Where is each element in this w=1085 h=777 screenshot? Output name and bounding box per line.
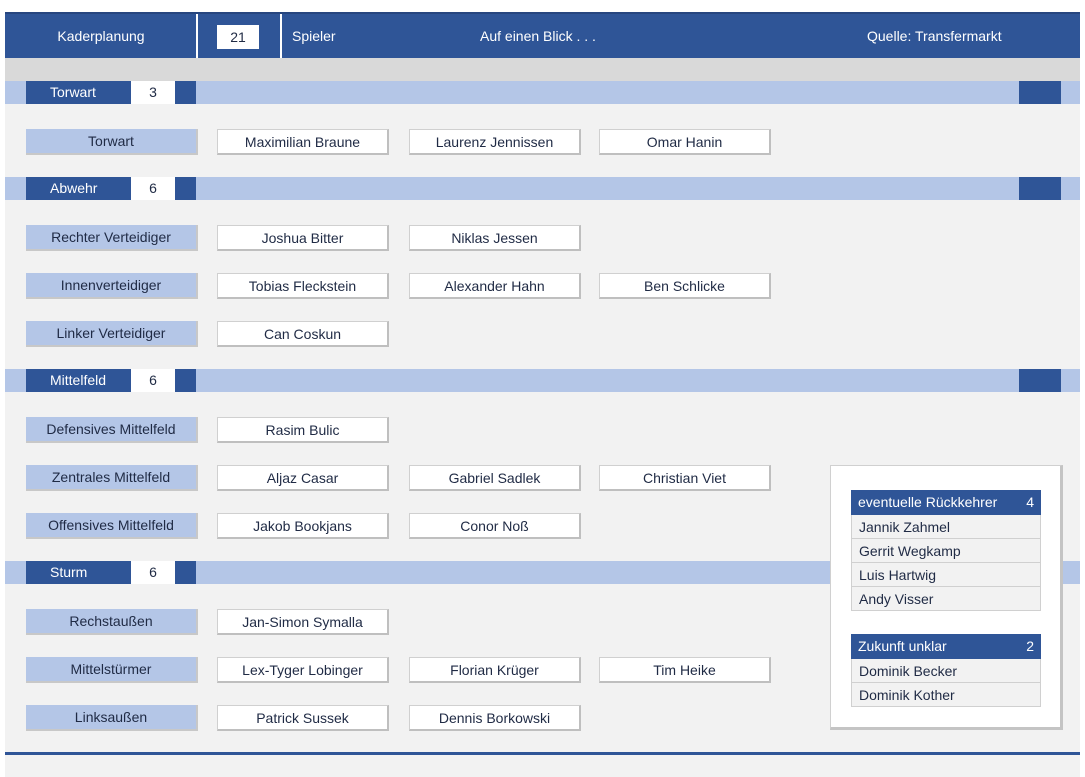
returner-item[interactable]: Jannik Zahmel <box>851 515 1041 539</box>
position-label: Torwart <box>26 129 198 155</box>
unclear-header: Zukunft unklar 2 <box>851 634 1041 659</box>
section-count: 6 <box>131 369 175 392</box>
player-card[interactable]: Omar Hanin <box>599 129 771 155</box>
section-header-defense: Abwehr 6 <box>5 177 1080 200</box>
position-label: Linksaußen <box>26 705 198 731</box>
position-label: Linker Verteidiger <box>26 321 198 347</box>
player-card[interactable]: Florian Krüger <box>409 657 581 683</box>
glance-label: Auf einen Blick . . . <box>480 28 596 44</box>
position-label: Zentrales Mittelfeld <box>26 465 198 491</box>
section-name: Sturm <box>26 561 131 584</box>
header-divider <box>196 14 198 58</box>
squad-content: Torwart 3 Torwart Maximilian Braune Laur… <box>5 58 1080 752</box>
player-card[interactable]: Rasim Bulic <box>217 417 389 443</box>
position-label: Rechter Verteidiger <box>26 225 198 251</box>
player-card[interactable]: Patrick Sussek <box>217 705 389 731</box>
player-card[interactable]: Joshua Bitter <box>217 225 389 251</box>
header-divider <box>280 14 282 58</box>
position-label: Innenverteidiger <box>26 273 198 299</box>
player-card[interactable]: Can Coskun <box>217 321 389 347</box>
grey-band <box>5 58 1080 81</box>
section-count: 6 <box>131 177 175 200</box>
returner-item[interactable]: Gerrit Wegkamp <box>851 539 1041 563</box>
section-cap <box>1019 81 1061 104</box>
section-name: Mittelfeld <box>26 369 131 392</box>
returners-count: 4 <box>1026 494 1034 510</box>
position-label: Rechstaußen <box>26 609 198 635</box>
returners-title: eventuelle Rückkehrer <box>858 494 998 510</box>
section-name: Torwart <box>26 81 131 104</box>
side-panel: eventuelle Rückkehrer 4 Jannik Zahmel Ge… <box>830 465 1063 730</box>
section-cap <box>175 177 196 200</box>
player-card[interactable]: Dennis Borkowski <box>409 705 581 731</box>
bottom-area <box>5 755 1080 777</box>
player-card[interactable]: Ben Schlicke <box>599 273 771 299</box>
unclear-item[interactable]: Dominik Kother <box>851 683 1041 707</box>
player-card[interactable]: Tim Heike <box>599 657 771 683</box>
section-cap <box>175 561 196 584</box>
unclear-title: Zukunft unklar <box>858 638 947 654</box>
unclear-count: 2 <box>1026 638 1034 654</box>
section-count: 6 <box>131 561 175 584</box>
section-header-goalkeeper: Torwart 3 <box>5 81 1080 104</box>
player-card[interactable]: Lex-Tyger Lobinger <box>217 657 389 683</box>
unclear-item[interactable]: Dominik Becker <box>851 659 1041 683</box>
returner-item[interactable]: Andy Visser <box>851 587 1041 611</box>
squad-planning-page: Kaderplanung 21 Spieler Auf einen Blick … <box>5 0 1080 777</box>
player-card[interactable]: Jan-Simon Symalla <box>217 609 389 635</box>
player-card[interactable]: Tobias Fleckstein <box>217 273 389 299</box>
player-card[interactable]: Gabriel Sadlek <box>409 465 581 491</box>
player-count-value: 21 <box>217 25 259 49</box>
header-bar: Kaderplanung 21 Spieler Auf einen Blick … <box>5 12 1080 58</box>
section-header-midfield: Mittelfeld 6 <box>5 369 1080 392</box>
section-cap <box>1019 177 1061 200</box>
source-label: Quelle: Transfermarkt <box>867 28 1002 44</box>
players-label: Spieler <box>292 28 336 44</box>
player-card[interactable]: Niklas Jessen <box>409 225 581 251</box>
returner-item[interactable]: Luis Hartwig <box>851 563 1041 587</box>
player-card[interactable]: Christian Viet <box>599 465 771 491</box>
position-label: Defensives Mittelfeld <box>26 417 198 443</box>
position-label: Mittelstürmer <box>26 657 198 683</box>
returners-header: eventuelle Rückkehrer 4 <box>851 490 1041 515</box>
player-card[interactable]: Jakob Bookjans <box>217 513 389 539</box>
section-count: 3 <box>131 81 175 104</box>
section-cap <box>1019 369 1061 392</box>
player-card[interactable]: Alexander Hahn <box>409 273 581 299</box>
position-label: Offensives Mittelfeld <box>26 513 198 539</box>
section-cap <box>175 81 196 104</box>
player-card[interactable]: Maximilian Braune <box>217 129 389 155</box>
player-card[interactable]: Conor Noß <box>409 513 581 539</box>
section-name: Abwehr <box>26 177 131 200</box>
player-card[interactable]: Laurenz Jennissen <box>409 129 581 155</box>
player-card[interactable]: Aljaz Casar <box>217 465 389 491</box>
section-cap <box>175 369 196 392</box>
top-strip <box>5 0 1080 12</box>
page-title: Kaderplanung <box>57 28 145 44</box>
